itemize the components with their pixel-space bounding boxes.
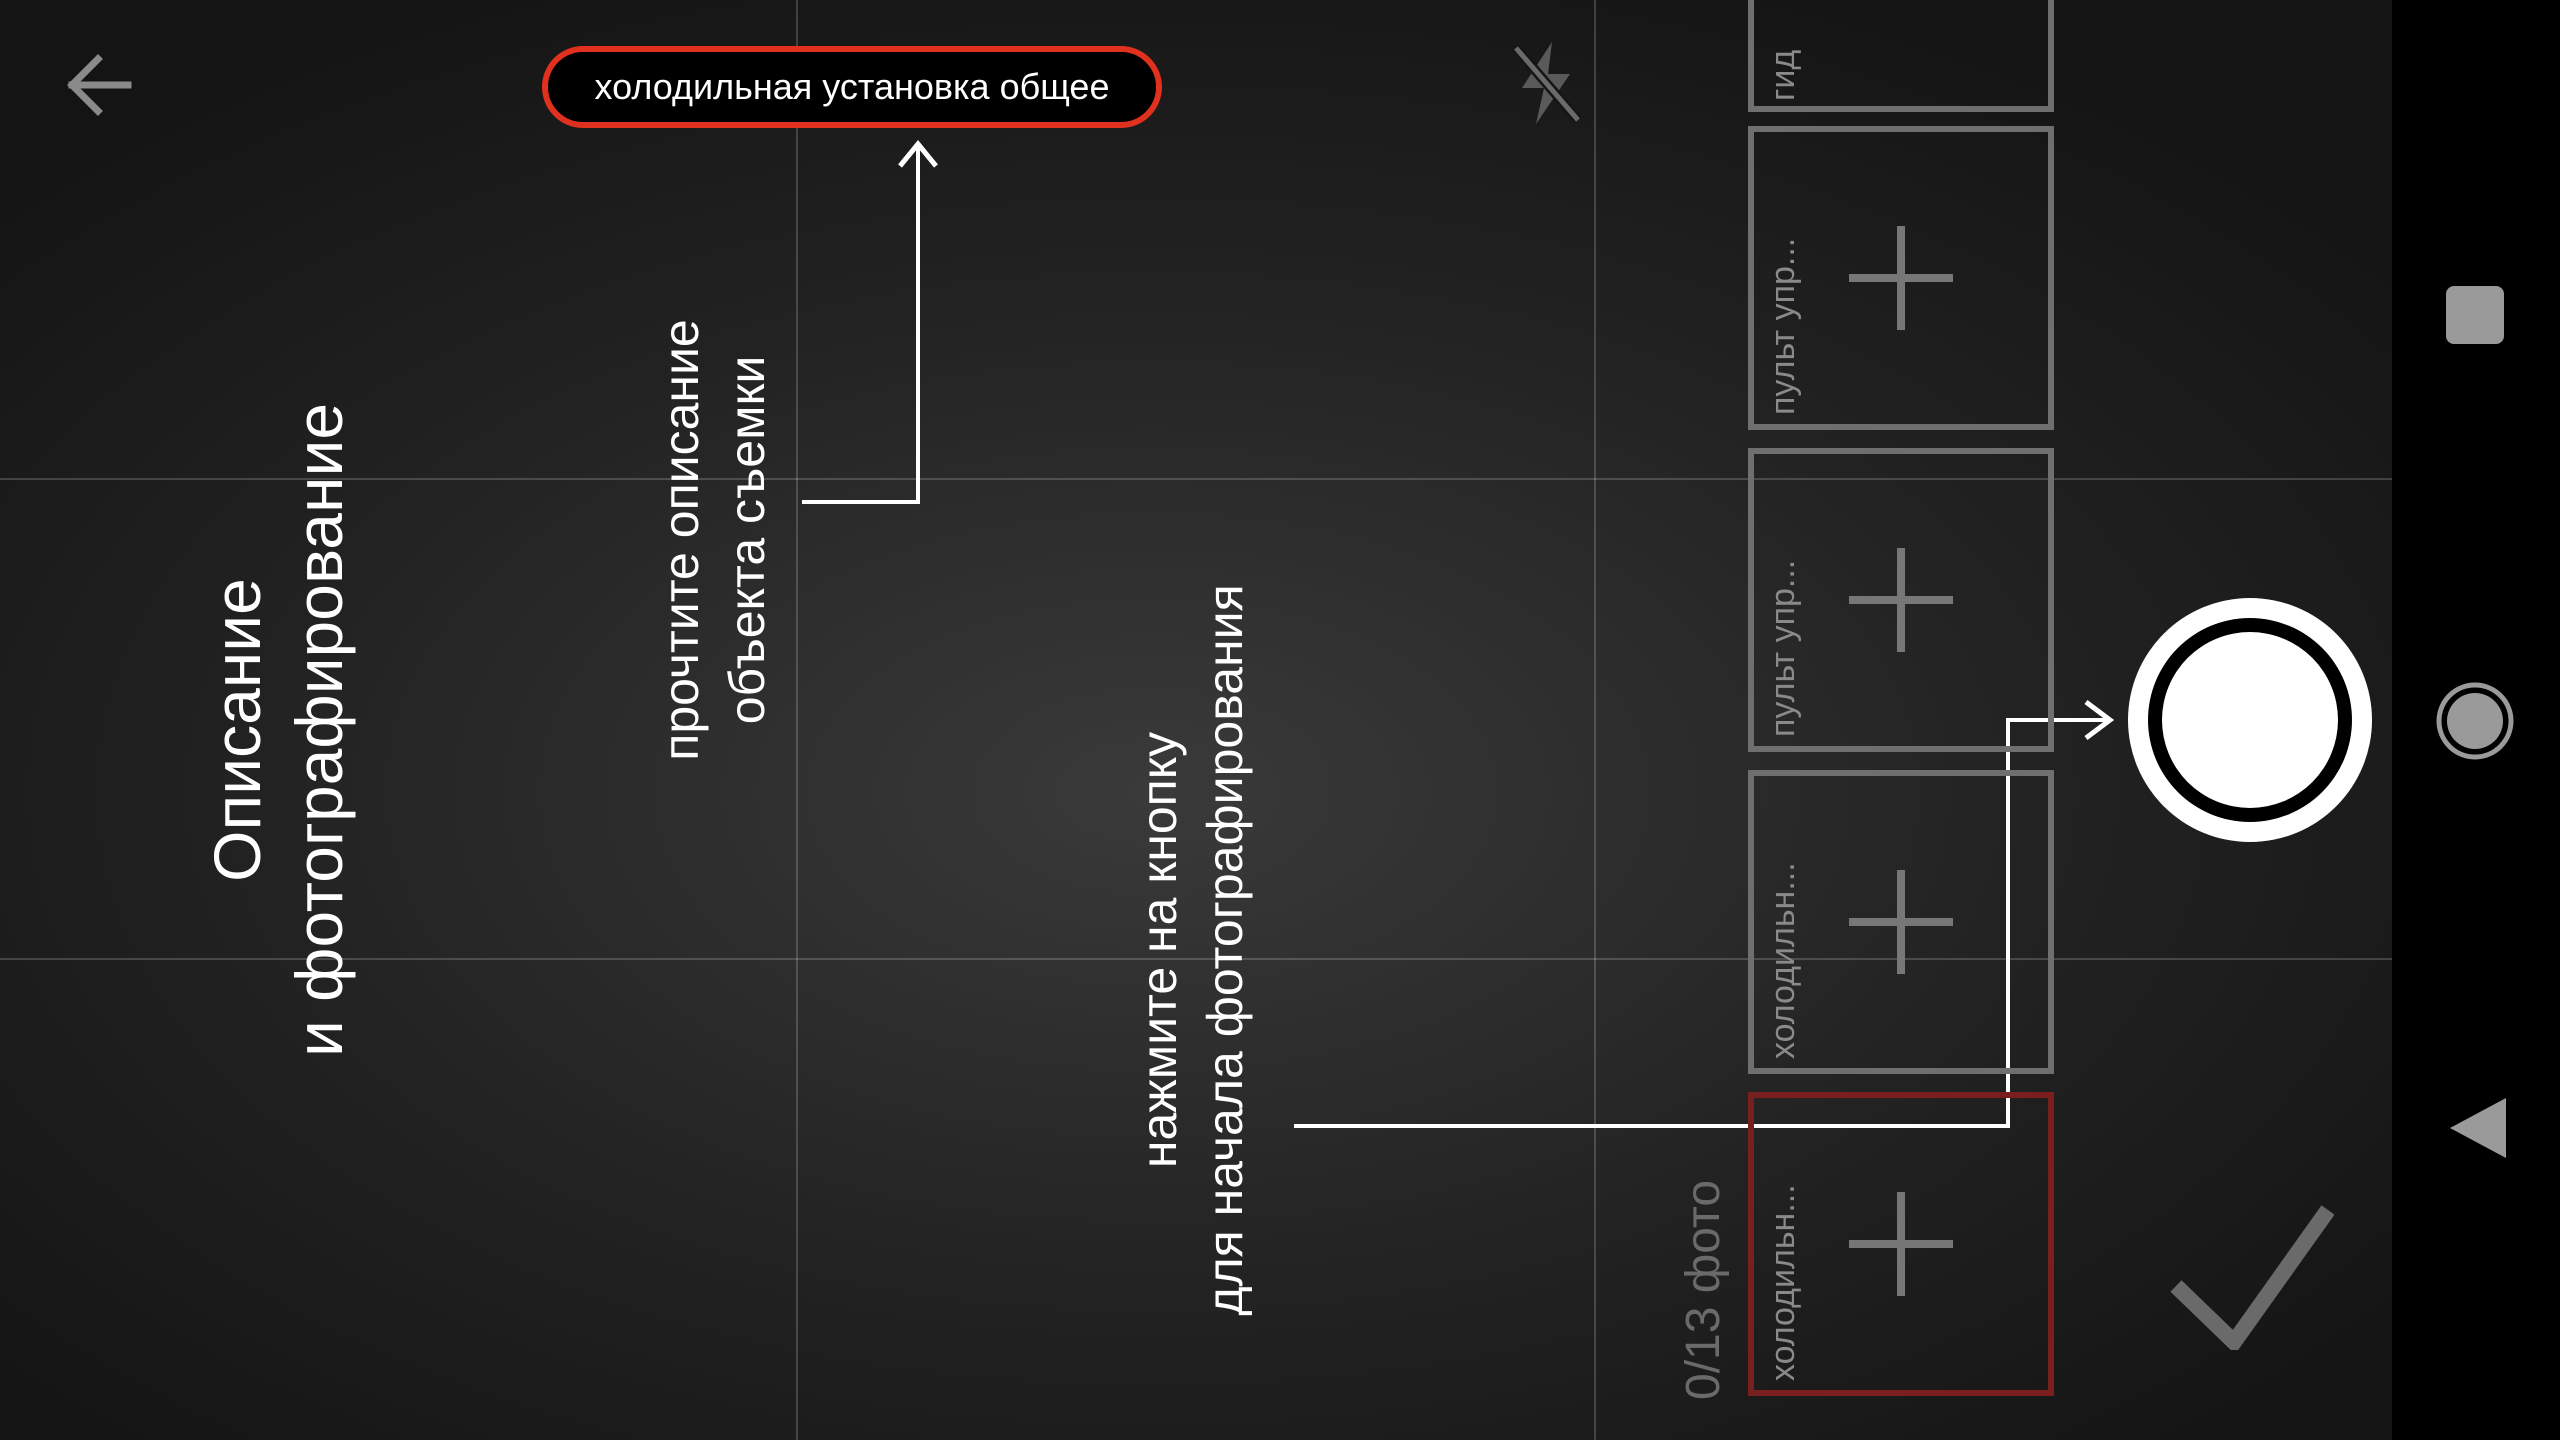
hint-press-line-1: нажмите на кнопку <box>1131 731 1187 1169</box>
hint-press-line-2: для начала фотографирования <box>1197 584 1253 1316</box>
photo-slot-5[interactable]: холодильн... <box>1748 1092 2054 1396</box>
page-title: Описание и фотографирование <box>196 380 360 1080</box>
shutter-button[interactable] <box>2126 596 2374 844</box>
add-photo-icon <box>1849 226 1953 330</box>
shutter-button-icon <box>2128 598 2372 842</box>
checkmark-icon <box>2170 1205 2335 1355</box>
photo-slot-1[interactable]: гид <box>1748 0 2054 112</box>
flash-off-icon <box>1512 42 1582 124</box>
photo-slot-label: холодильн... <box>1764 1184 1802 1381</box>
hint-read-line-1: прочтите описание <box>653 319 709 761</box>
back-button[interactable] <box>60 50 140 120</box>
recents-button[interactable] <box>2444 284 2506 346</box>
hint-press-button: нажмите на кнопку для начала фотографиро… <box>1126 510 1258 1390</box>
photo-slot-3[interactable]: пульт упр... <box>1748 448 2054 752</box>
hint-read-description: прочтите описание объекта съемки <box>648 270 780 810</box>
grid-line-vertical-2 <box>1594 0 1596 1440</box>
photo-slot-4[interactable]: холодильн... <box>1748 770 2054 1074</box>
system-navigation-bar <box>2392 0 2560 1440</box>
home-button[interactable] <box>2434 680 2516 762</box>
add-photo-icon <box>1849 870 1953 974</box>
add-photo-icon <box>1849 548 1953 652</box>
photo-slot-label: пульт упр... <box>1764 559 1802 737</box>
hint-read-line-2: объекта съемки <box>719 355 775 725</box>
arrow-left-icon <box>67 54 132 116</box>
hint-arrow-1-horizontal <box>802 500 920 504</box>
hint-arrow-2-head-icon <box>2084 700 2115 740</box>
hint-arrow-1-head-icon <box>898 140 938 168</box>
object-description-text: холодильная установка общее <box>594 66 1110 107</box>
confirm-button[interactable] <box>2168 1200 2335 1355</box>
page-title-line-2: и фотографирование <box>282 402 356 1058</box>
photo-slot-label: пульт упр... <box>1764 237 1802 415</box>
add-photo-icon <box>1849 1192 1953 1296</box>
hint-arrow-1-vertical <box>916 146 920 504</box>
photo-slot-label: гид <box>1764 49 1802 101</box>
triangle-back-icon <box>2450 1098 2506 1158</box>
photo-slot-label: холодильн... <box>1764 862 1802 1059</box>
circle-icon <box>2436 682 2514 760</box>
photo-counter: 0/13 фото <box>1677 1179 1730 1400</box>
nav-back-button[interactable] <box>2448 1096 2510 1160</box>
page-title-line-1: Описание <box>200 578 274 882</box>
square-icon <box>2446 286 2504 344</box>
object-description-badge: холодильная установка общее <box>542 46 1162 128</box>
flash-toggle-button[interactable] <box>1508 38 1584 128</box>
grid-line-vertical-1 <box>796 0 798 1440</box>
photo-slot-2[interactable]: пульт упр... <box>1748 126 2054 430</box>
